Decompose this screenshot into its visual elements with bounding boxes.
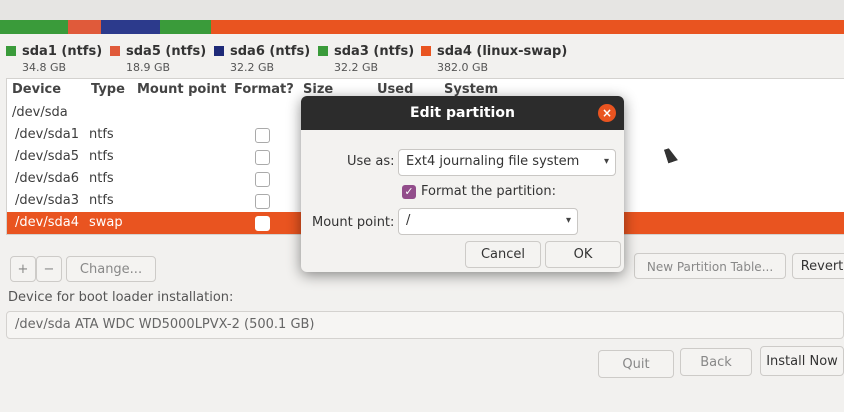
- quit-button[interactable]: Quit: [598, 350, 674, 378]
- legend-swatch: [421, 46, 431, 56]
- format-partition-checkbox[interactable]: ✓: [402, 185, 416, 199]
- format-checkbox[interactable]: [255, 216, 270, 231]
- header-size[interactable]: Size: [303, 82, 333, 97]
- format-checkbox[interactable]: [255, 150, 270, 165]
- header-mount-point[interactable]: Mount point: [137, 82, 226, 97]
- install-now-button[interactable]: Install Now: [760, 346, 844, 376]
- legend-size: 382.0 GB: [437, 61, 489, 74]
- format-checkbox[interactable]: [255, 194, 270, 209]
- revert-button[interactable]: Revert: [792, 253, 844, 279]
- cancel-button[interactable]: Cancel: [465, 241, 541, 268]
- legend-label: sda3 (ntfs): [334, 44, 415, 59]
- legend-item-sda4: sda4 (linux-swap) 382.0 GB: [421, 40, 567, 74]
- row-device: /dev/sda3: [15, 193, 79, 208]
- legend-item-sda1: sda1 (ntfs) 34.8 GB: [6, 40, 102, 74]
- partition-legend: sda1 (ntfs) 34.8 GB sda5 (ntfs) 18.9 GB …: [0, 40, 844, 74]
- chevron-down-icon: ▾: [603, 156, 609, 167]
- format-partition-label: Format the partition:: [421, 184, 556, 199]
- row-type: ntfs: [89, 149, 114, 164]
- row-type: ntfs: [89, 193, 114, 208]
- header-used[interactable]: Used: [377, 82, 413, 97]
- legend-swatch: [110, 46, 120, 56]
- legend-label: sda6 (ntfs): [230, 44, 311, 59]
- row-type: ntfs: [89, 171, 114, 186]
- use-as-label: Use as:: [347, 154, 395, 169]
- row-device: /dev/sda6: [15, 171, 79, 186]
- use-as-select[interactable]: Ext4 journaling file system ▾: [398, 149, 616, 176]
- use-as-value: Ext4 journaling file system: [406, 154, 580, 169]
- chevron-down-icon[interactable]: ▾: [566, 209, 571, 233]
- ok-button[interactable]: OK: [545, 241, 621, 268]
- mount-point-label: Mount point:: [312, 215, 395, 230]
- header-device[interactable]: Device: [12, 82, 61, 97]
- partition-segment-sda5: [67, 20, 102, 34]
- legend-item-sda5: sda5 (ntfs) 18.9 GB: [110, 40, 206, 74]
- legend-label: sda1 (ntfs): [22, 44, 103, 59]
- legend-item-sda3: sda3 (ntfs) 32.2 GB: [318, 40, 414, 74]
- dialog-title: Edit partition: [410, 105, 515, 121]
- legend-swatch: [214, 46, 224, 56]
- remove-partition-button[interactable]: −: [36, 256, 62, 282]
- new-partition-table-button[interactable]: New Partition Table...: [634, 253, 786, 279]
- legend-size: 18.9 GB: [126, 61, 171, 74]
- edit-partition-dialog: Edit partition × Use as: Ext4 journaling…: [301, 96, 624, 272]
- row-device: /dev/sda: [12, 105, 68, 120]
- partition-segment-sda4: [211, 20, 844, 34]
- legend-swatch: [318, 46, 328, 56]
- legend-size: 32.2 GB: [334, 61, 379, 74]
- format-checkbox[interactable]: [255, 128, 270, 143]
- dialog-title-bar: Edit partition: [301, 96, 624, 130]
- header-system[interactable]: System: [444, 82, 498, 97]
- header-format[interactable]: Format?: [234, 82, 294, 97]
- row-type: swap: [89, 215, 123, 230]
- legend-swatch: [6, 46, 16, 56]
- mount-point-input[interactable]: /: [406, 213, 410, 228]
- row-device: /dev/sda4: [15, 215, 79, 230]
- partition-segment-sda1: [0, 20, 68, 34]
- row-type: ntfs: [89, 127, 114, 142]
- back-button[interactable]: Back: [680, 348, 752, 376]
- header-type[interactable]: Type: [91, 82, 125, 97]
- legend-item-sda6: sda6 (ntfs) 32.2 GB: [214, 40, 310, 74]
- close-icon[interactable]: ×: [598, 104, 616, 122]
- partition-segment-sda3: [160, 20, 211, 34]
- add-partition-button[interactable]: +: [10, 256, 36, 282]
- boot-loader-label: Device for boot loader installation:: [8, 290, 234, 305]
- legend-label: sda4 (linux-swap): [437, 44, 568, 59]
- mount-point-combo[interactable]: / ▾: [398, 208, 578, 235]
- legend-label: sda5 (ntfs): [126, 44, 207, 59]
- partition-segment-sda6: [101, 20, 161, 34]
- change-partition-button[interactable]: Change...: [66, 256, 156, 282]
- legend-size: 32.2 GB: [230, 61, 275, 74]
- row-device: /dev/sda1: [15, 127, 79, 142]
- partition-bar: [0, 20, 844, 34]
- top-strip: [0, 0, 844, 20]
- row-device: /dev/sda5: [15, 149, 79, 164]
- legend-size: 34.8 GB: [22, 61, 67, 74]
- boot-loader-select[interactable]: /dev/sda ATA WDC WD5000LPVX-2 (500.1 GB): [6, 311, 844, 339]
- format-checkbox[interactable]: [255, 172, 270, 187]
